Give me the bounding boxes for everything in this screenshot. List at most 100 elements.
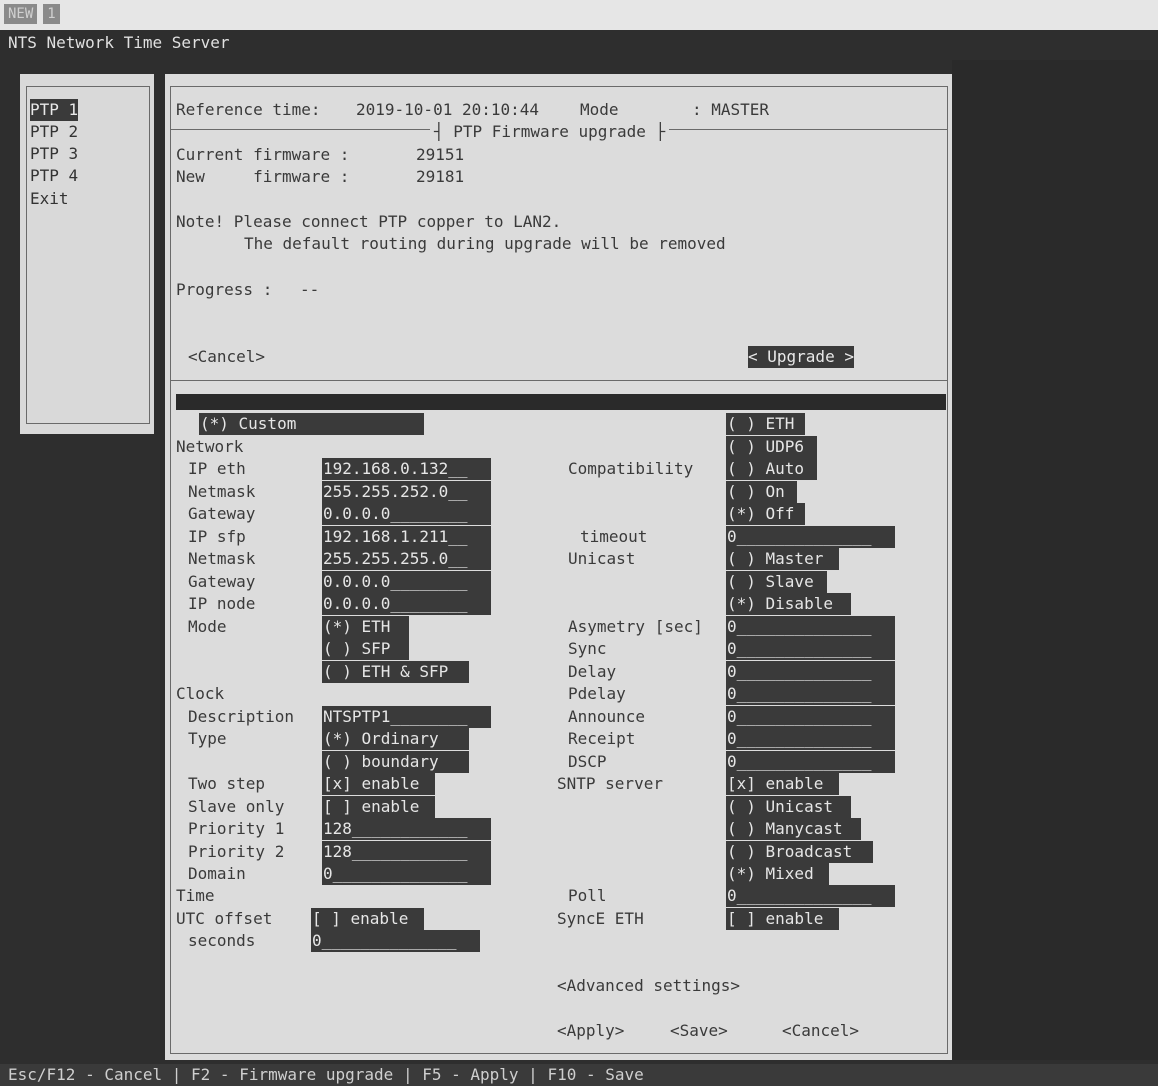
netmask-eth-input[interactable]: 255.255.252.0__ [322, 481, 491, 503]
progress-value: -- [300, 280, 320, 299]
gateway-sfp-label: Gateway [188, 572, 256, 591]
compat-off-radio[interactable]: (*) Off [726, 503, 805, 525]
network-heading: Network [176, 437, 244, 456]
domain-input[interactable]: 0______________ [322, 863, 491, 885]
unicast-master-radio[interactable]: ( ) Master [726, 548, 839, 570]
receipt-input[interactable]: 0______________ [726, 728, 895, 750]
menu-item-ptp2[interactable]: PTP 2 [30, 121, 78, 143]
receipt-label: Receipt [568, 729, 636, 748]
menu-item-ptp4[interactable]: PTP 4 [30, 165, 78, 187]
compat-on-radio[interactable]: ( ) On [726, 481, 797, 503]
gateway-eth-label: Gateway [188, 504, 256, 523]
gateway-eth-input[interactable]: 0.0.0.0________ [322, 503, 491, 525]
gateway-sfp-input[interactable]: 0.0.0.0________ [322, 571, 491, 593]
dialog-cancel-button[interactable]: <Cancel> [188, 346, 265, 368]
netmask-sfp-input[interactable]: 255.255.255.0__ [322, 548, 491, 570]
mode-eth-sfp-radio[interactable]: ( ) ETH & SFP [322, 661, 469, 683]
delay-label: Delay [568, 662, 617, 681]
poll-input[interactable]: 0______________ [726, 885, 895, 907]
mode-field-label: Mode [188, 617, 227, 636]
priority1-label: Priority 1 [188, 819, 285, 838]
pdelay-label: Pdelay [568, 684, 626, 703]
domain-label: Domain [188, 864, 246, 883]
seconds-input[interactable]: 0______________ [311, 930, 480, 952]
upgrade-button[interactable]: < Upgrade > [748, 346, 854, 368]
announce-label: Announce [568, 707, 646, 726]
ip-sfp-input[interactable]: 192.168.1.211__ [322, 526, 491, 548]
mode-eth-radio[interactable]: (*) ETH [322, 616, 409, 638]
type-boundary-radio[interactable]: ( ) boundary [322, 751, 469, 773]
terminal-tab-1[interactable]: 1 [43, 4, 60, 24]
sntp-manycast-radio[interactable]: ( ) Manycast [726, 818, 861, 840]
slave-only-checkbox[interactable]: [ ] enable [322, 796, 435, 818]
dscp-label: DSCP [568, 752, 607, 771]
priority2-input[interactable]: 128____________ [322, 841, 491, 863]
sntp-mixed-radio[interactable]: (*) Mixed [726, 863, 829, 885]
note-line-1: Note! Please connect PTP copper to LAN2. [176, 212, 562, 231]
synce-eth-label: SyncE ETH [557, 909, 644, 928]
dialog-title-text: PTP Firmware upgrade [453, 122, 646, 141]
timeout-input[interactable]: 0______________ [726, 526, 895, 548]
dialog-title: ┤ PTP Firmware upgrade ├ [430, 121, 670, 143]
synce-eth-checkbox[interactable]: [ ] enable [726, 908, 839, 930]
reference-time-value: 2019-10-01 20:10:44 [356, 100, 540, 119]
announce-input[interactable]: 0______________ [726, 706, 895, 728]
unicast-label: Unicast [568, 549, 636, 568]
clock-heading: Clock [176, 684, 225, 703]
sntp-unicast-radio[interactable]: ( ) Unicast [726, 796, 851, 818]
seconds-label: seconds [188, 931, 256, 950]
app-title: NTS Network Time Server [8, 33, 230, 52]
compatibility-label: Compatibility [568, 459, 694, 478]
asymetry-label: Asymetry [sec] [568, 617, 703, 636]
priority1-input[interactable]: 128____________ [322, 818, 491, 840]
menu-item-ptp3[interactable]: PTP 3 [30, 143, 78, 165]
unicast-disable-radio[interactable]: (*) Disable [726, 593, 851, 615]
two-step-checkbox[interactable]: [x] enable [322, 773, 435, 795]
compat-auto-radio[interactable]: ( ) Auto [726, 458, 817, 480]
transport-udp6-radio[interactable]: ( ) UDP6 [726, 436, 817, 458]
form-separator [176, 394, 946, 410]
transport-eth-radio[interactable]: ( ) ETH [726, 413, 805, 435]
sntp-enable-checkbox[interactable]: [x] enable [726, 773, 839, 795]
menu-item-ptp1[interactable]: PTP 1 [30, 99, 79, 121]
time-heading: Time [176, 886, 215, 905]
slave-only-label: Slave only [188, 797, 285, 816]
unicast-slave-radio[interactable]: ( ) Slave [726, 571, 827, 593]
description-input[interactable]: NTSPTP1________ [322, 706, 491, 728]
poll-label: Poll [568, 886, 607, 905]
save-button[interactable]: <Save> [670, 1020, 728, 1042]
apply-button[interactable]: <Apply> [557, 1020, 624, 1042]
description-label: Description [188, 707, 294, 726]
delay-input[interactable]: 0______________ [726, 661, 895, 683]
ip-node-label: IP node [188, 594, 256, 613]
netmask-sfp-label: Netmask [188, 549, 256, 568]
timeout-label: timeout [580, 527, 648, 546]
ip-eth-label: IP eth [188, 459, 246, 478]
sntp-server-label: SNTP server [557, 774, 663, 793]
new-firmware-label: New firmware : [176, 167, 350, 186]
note-line-2: The default routing during upgrade will … [244, 234, 726, 253]
mode-label: Mode [580, 100, 619, 119]
menu-item-exit[interactable]: Exit [30, 188, 69, 210]
sntp-broadcast-radio[interactable]: ( ) Broadcast [726, 841, 873, 863]
asymetry-input[interactable]: 0______________ [726, 616, 895, 638]
dscp-input[interactable]: 0______________ [726, 751, 895, 773]
terminal-tab-new[interactable]: NEW [4, 4, 38, 24]
advanced-settings-button[interactable]: <Advanced settings> [557, 975, 740, 997]
ip-sfp-label: IP sfp [188, 527, 246, 546]
type-ordinary-radio[interactable]: (*) Ordinary [322, 728, 469, 750]
mode-sfp-radio[interactable]: ( ) SFP [322, 638, 409, 660]
custom-radio[interactable]: (*) Custom [199, 413, 424, 435]
reference-time-label: Reference time: [176, 100, 321, 119]
pdelay-input[interactable]: 0______________ [726, 683, 895, 705]
sync-label: Sync [568, 639, 607, 658]
sync-input[interactable]: 0______________ [726, 638, 895, 660]
ip-eth-input[interactable]: 192.168.0.132__ [322, 458, 491, 480]
background-strip [952, 60, 1158, 1060]
two-step-label: Two step [188, 774, 266, 793]
ip-node-input[interactable]: 0.0.0.0________ [322, 593, 491, 615]
terminal-tab-bar: NEW 1 [0, 0, 1158, 30]
utc-offset-checkbox[interactable]: [ ] enable [311, 908, 424, 930]
current-firmware-label: Current firmware : [176, 145, 350, 164]
form-cancel-button[interactable]: <Cancel> [782, 1020, 859, 1042]
